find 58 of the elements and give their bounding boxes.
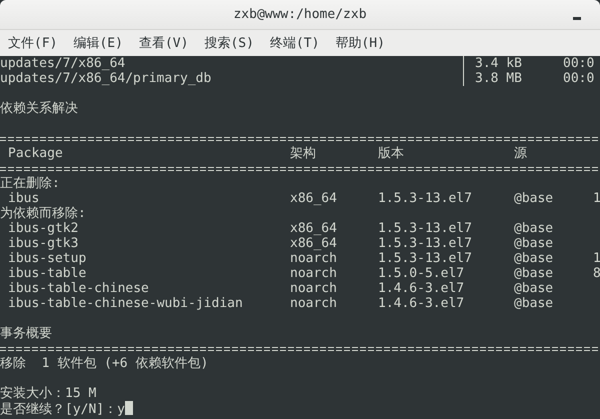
download-time: 00:0: [563, 56, 596, 71]
package-name: ibus-table: [7, 266, 88, 281]
repo-cell-text: @base: [514, 236, 554, 251]
window-title: zxb@www:/home/zxb: [233, 7, 367, 22]
menu-item[interactable]: 终端(T): [270, 34, 320, 52]
version-cell-text: 1.5.0-5.el7: [378, 266, 466, 281]
column-header: 架构: [290, 146, 317, 161]
package-name: ibus-gtk3: [7, 236, 80, 251]
column-header: 源: [514, 146, 528, 161]
version-cell-text: 1.5.3-13.el7: [378, 236, 473, 251]
arch-cell-text: noarch: [290, 281, 338, 296]
menu-item[interactable]: 查看(V): [138, 34, 188, 52]
download-time: 00:0: [563, 71, 596, 86]
table-cell: 8: [593, 266, 600, 281]
summary-text: 移除 1 软件包 (+6 依赖软件包): [0, 356, 208, 371]
typed-answer-text: y: [117, 402, 125, 417]
download-name: updates/7/x86_64: [0, 56, 126, 71]
arch-cell-text: noarch: [290, 251, 338, 266]
table-cell: 1: [593, 191, 600, 206]
package-name: ibus-setup: [7, 251, 88, 266]
repo-cell-text: @base: [514, 296, 554, 311]
version-cell-text: 1.5.3-13.el7: [378, 221, 473, 236]
column-header: 版本: [378, 146, 405, 161]
section-heading: 事务概要: [0, 326, 52, 341]
arch-cell-text: x86_64: [290, 191, 338, 206]
arch-cell-text: x86_64: [290, 236, 338, 251]
column-header: Package: [7, 146, 64, 161]
version-cell-text: 1.4.6-3.el7: [378, 296, 466, 311]
group-heading: 为依赖而移除:: [0, 206, 86, 221]
prompt-text: 是否继续？[y/N]：: [0, 402, 118, 417]
package-name: ibus-gtk2: [7, 221, 80, 236]
menu-item[interactable]: 文件(F): [8, 34, 58, 52]
menu-item[interactable]: 编辑(E): [73, 34, 123, 52]
menu-item[interactable]: 帮助(H): [335, 34, 385, 52]
repo-cell-text: @base: [514, 191, 554, 206]
package-name: ibus-table-chinese-wubi-jidian: [7, 296, 244, 311]
install-size-text: 安装大小：15 M: [0, 386, 96, 401]
package-name: ibus: [7, 191, 40, 206]
version-cell-text: 1.5.3-13.el7: [378, 251, 473, 266]
download-size: 3.4 kB: [475, 56, 523, 71]
download-name: updates/7/x86_64/primary_db: [0, 71, 212, 86]
repo-cell-text: @base: [514, 281, 554, 296]
status-text: 依赖关系解决: [0, 101, 78, 116]
repo-cell-text: @base: [514, 251, 554, 266]
repo-cell-text: @base: [514, 221, 554, 236]
repo-cell-text: @base: [514, 266, 554, 281]
text-cursor: [124, 401, 133, 415]
group-heading: 正在删除:: [0, 176, 60, 191]
version-cell-text: 1.4.6-3.el7: [378, 281, 466, 296]
download-size: 3.8 MB: [475, 71, 523, 86]
arch-cell-text: x86_64: [290, 221, 338, 236]
minimize-icon[interactable]: [573, 17, 581, 20]
menu-item[interactable]: 搜索(S): [204, 34, 254, 52]
arch-cell-text: noarch: [290, 296, 338, 311]
arch-cell-text: noarch: [290, 266, 338, 281]
version-cell-text: 1.5.3-13.el7: [378, 191, 473, 206]
package-name: ibus-table-chinese: [7, 281, 150, 296]
table-cell: 1: [593, 251, 600, 266]
